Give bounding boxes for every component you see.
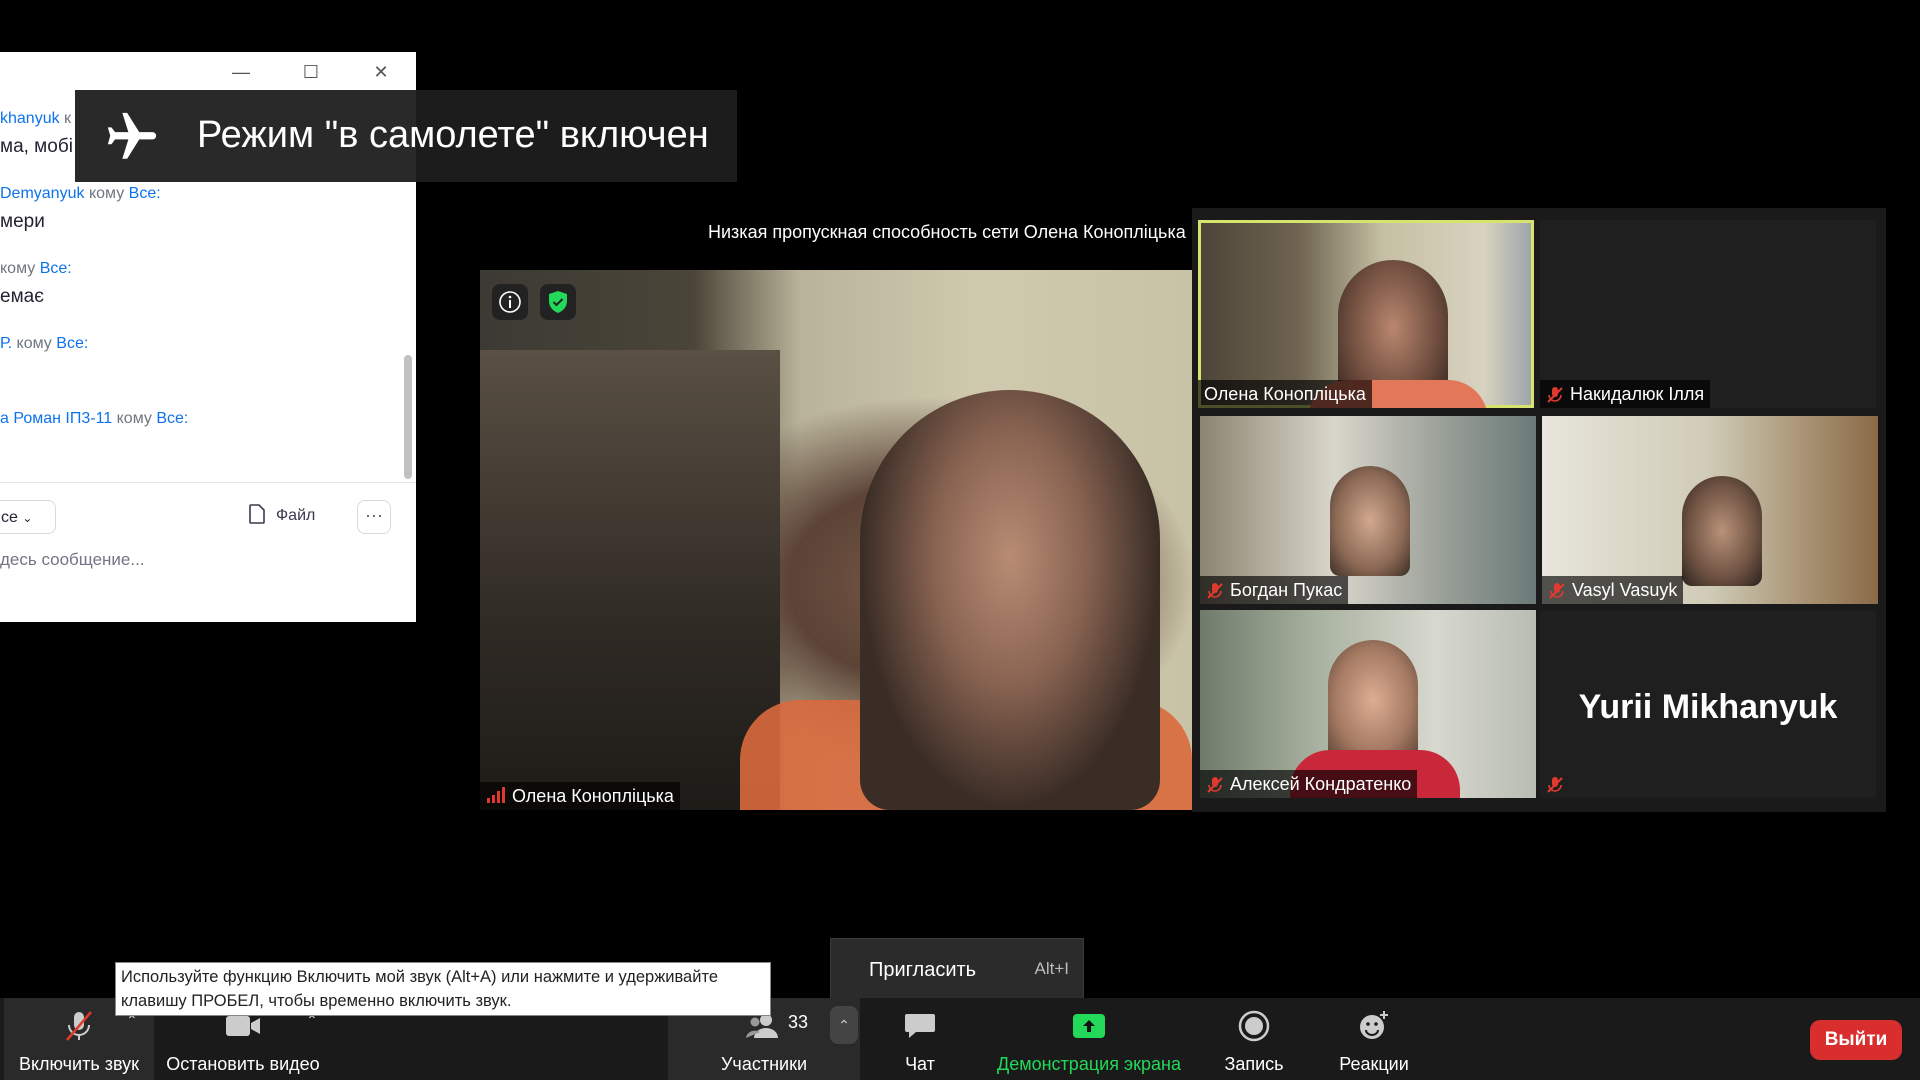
leave-meeting-button[interactable]: Выйти	[1810, 1020, 1902, 1060]
message-to: к	[64, 110, 72, 127]
chevron-down-icon: ⌄	[22, 511, 33, 525]
airplane-mode-notification: Режим "в самолете" включен	[75, 90, 737, 182]
invite-label: Пригласить	[869, 959, 977, 981]
low-bandwidth-notice: Низкая пропускная способность сети Олена…	[708, 222, 1186, 242]
encryption-button[interactable]	[540, 284, 576, 320]
participant-name: Олена Конопліцька	[1204, 384, 1366, 404]
video-person	[1682, 476, 1762, 586]
participant-name: Богдан Пукас	[1230, 580, 1343, 600]
mic-muted-icon	[1207, 583, 1223, 599]
chat-button[interactable]: Чат	[880, 998, 960, 1080]
message-recipient: Все:	[156, 410, 189, 427]
tile-name: Олена Конопліцька	[1198, 380, 1372, 408]
message-text: ма, мобі	[0, 136, 73, 157]
tile-name: Богдан Пукас	[1200, 576, 1349, 604]
file-label: Файл	[276, 507, 316, 524]
share-screen-button[interactable]: Демонстрация экрана	[986, 998, 1192, 1080]
mic-muted-icon	[66, 1011, 92, 1041]
recipient-select[interactable]: се ⌄	[0, 500, 56, 534]
gallery-view: Олена Конопліцька Накидалюк Ілля Богдан …	[1192, 208, 1886, 812]
file-button[interactable]: Файл	[248, 504, 315, 525]
meeting-info-button[interactable]	[492, 284, 528, 320]
message-input[interactable]: десь сообщение...	[0, 550, 145, 570]
record-icon	[1238, 1010, 1270, 1042]
participant-name: Олена Конопліцька	[512, 786, 674, 806]
unmute-label: Включить звук	[18, 1054, 140, 1074]
participants-count: 33	[788, 1012, 809, 1032]
record-button[interactable]: Запись	[1206, 998, 1302, 1080]
participants-label: Участники	[721, 1054, 807, 1074]
message-text: мери	[0, 211, 45, 232]
message-to: кому	[0, 260, 36, 277]
video-tile[interactable]: Олена Конопліцька	[1198, 220, 1534, 408]
participant-name-placeholder: Yurii Mikhanyuk	[1578, 688, 1838, 726]
recipient-select-value: се	[1, 509, 18, 526]
participant-name: Vasyl Vasuyk	[1572, 580, 1678, 600]
tile-name: Накидалюк Ілля	[1540, 380, 1711, 408]
video-person	[1328, 640, 1418, 760]
minimize-icon[interactable]: —	[226, 60, 256, 84]
mic-muted-icon	[1549, 583, 1565, 599]
tile-name: Vasyl Vasuyk	[1542, 576, 1684, 604]
message-text: емає	[0, 286, 44, 307]
tile-name: Алексей Кондратенко	[1200, 770, 1418, 798]
message-recipient: Все:	[56, 335, 89, 352]
message-recipient: Все:	[128, 185, 161, 202]
video-person	[1330, 466, 1410, 576]
reactions-label: Реакции	[1339, 1054, 1409, 1074]
invite-menu-item[interactable]: Пригласить Alt+I	[830, 938, 1084, 1000]
message-sender: khanyuk	[0, 110, 60, 127]
chat-message: Р. кому Все:	[0, 335, 88, 353]
video-tile[interactable]: Накидалюк Ілля	[1540, 220, 1876, 408]
mic-muted-icon	[1207, 777, 1223, 793]
video-tile[interactable]: Yurii Mikhanyuk	[1540, 610, 1876, 798]
chat-message: khanyuk к ма, мобі	[0, 110, 73, 158]
stop-video-label: Остановить видео	[166, 1054, 320, 1074]
video-tile[interactable]: Алексей Кондратенко	[1200, 610, 1536, 798]
message-to: кому	[116, 410, 152, 427]
video-tile[interactable]: Vasyl Vasuyk	[1542, 416, 1878, 604]
video-tile[interactable]: Богдан Пукас	[1200, 416, 1536, 604]
chat-scrollbar[interactable]	[404, 355, 412, 479]
main-video-name: Олена Конопліцька	[480, 782, 680, 810]
chat-titlebar: — ☐ ✕	[0, 52, 416, 92]
message-sender: а Роман ІП3-11	[0, 410, 113, 427]
info-icon	[499, 291, 521, 313]
participants-caret[interactable]: ⌃	[830, 1006, 858, 1044]
message-sender: Р.	[0, 335, 13, 352]
reactions-button[interactable]: Реакции	[1326, 998, 1422, 1080]
maximize-icon[interactable]: ☐	[296, 60, 326, 84]
record-label: Запись	[1224, 1054, 1284, 1074]
more-options-button[interactable]: ···	[357, 500, 391, 534]
signal-strength-icon	[487, 787, 505, 803]
chat-label: Чат	[905, 1054, 935, 1074]
share-screen-label: Демонстрация экрана	[997, 1054, 1181, 1074]
message-recipient: Все:	[39, 260, 72, 277]
chat-message: а Роман ІП3-11 кому Все:	[0, 410, 188, 428]
main-video[interactable]: Олена Конопліцька	[480, 270, 1192, 810]
participant-name: Алексей Кондратенко	[1230, 774, 1412, 794]
close-icon[interactable]: ✕	[366, 60, 396, 84]
shield-check-icon	[549, 291, 567, 313]
chat-message: Demyanyuk кому Все: мери	[0, 185, 161, 233]
mic-muted-icon	[1547, 777, 1563, 793]
chat-icon	[905, 1014, 935, 1038]
message-to: кому	[88, 185, 125, 202]
emoji-reaction-icon	[1360, 1011, 1388, 1039]
chat-message: кому Все: емає	[0, 260, 72, 308]
message-to: кому	[16, 335, 52, 352]
share-screen-icon	[1073, 1014, 1105, 1038]
mic-muted-icon	[1547, 387, 1563, 403]
airplane-icon	[107, 112, 157, 159]
participant-name: Накидалюк Ілля	[1570, 384, 1705, 404]
video-person	[860, 390, 1160, 810]
divider	[0, 482, 416, 483]
invite-shortcut: Alt+I	[1034, 959, 1070, 978]
airplane-mode-text: Режим "в самолете" включен	[197, 114, 709, 156]
video-background	[480, 350, 780, 810]
unmute-tooltip: Используйте функцию Включить мой звук (A…	[115, 962, 771, 1016]
tile-name	[1540, 770, 1576, 798]
message-sender: Demyanyuk	[0, 185, 85, 202]
file-icon	[249, 504, 265, 524]
